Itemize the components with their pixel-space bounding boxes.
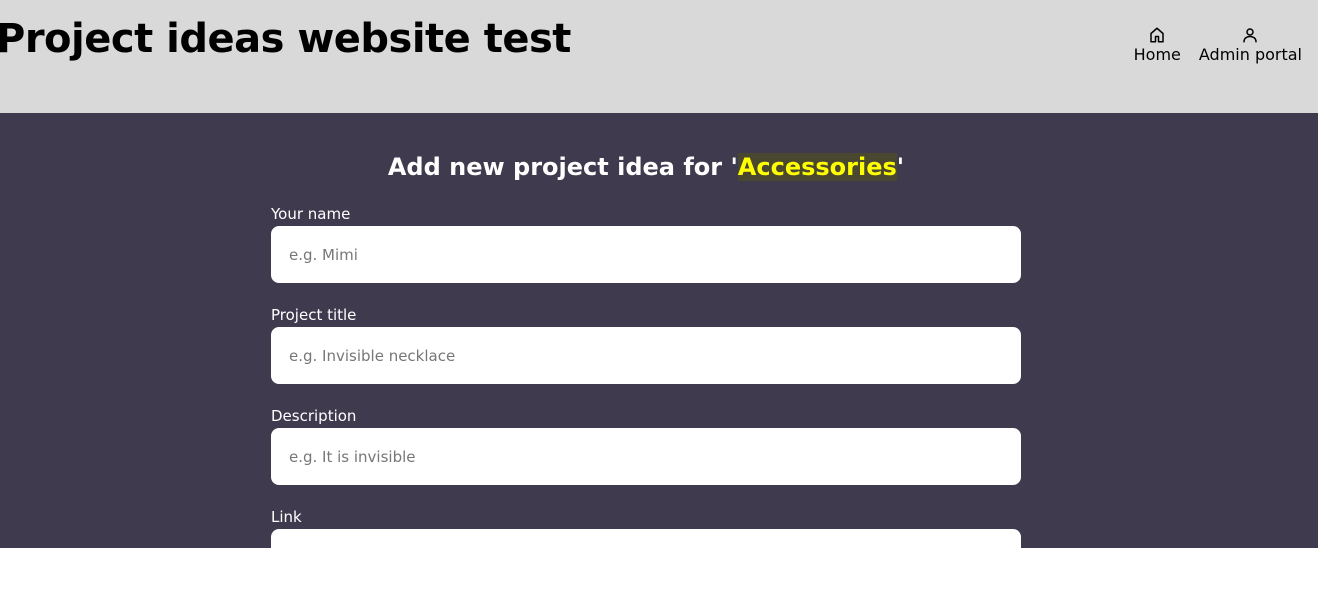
- nav-admin-portal[interactable]: Admin portal: [1199, 26, 1302, 64]
- category-name: Accessories: [737, 153, 897, 181]
- nav-home[interactable]: Home: [1134, 26, 1181, 64]
- nav-admin-portal-label: Admin portal: [1198, 45, 1302, 64]
- new-idea-form: Your name Project title Description Link: [271, 205, 1021, 609]
- home-icon: [1150, 27, 1164, 43]
- your-name-input[interactable]: [271, 226, 1021, 283]
- site-title: Project ideas website test: [0, 16, 571, 62]
- form-heading-suffix: ': [896, 153, 905, 181]
- description-label: Description: [271, 407, 357, 425]
- form-heading: Add new project idea for 'Accessories': [0, 153, 1292, 181]
- link-input[interactable]: [271, 529, 1021, 586]
- link-label: Link: [271, 508, 302, 526]
- user-icon: [1243, 28, 1258, 43]
- your-name-label: Your name: [271, 205, 351, 223]
- nav-home-label: Home: [1133, 45, 1181, 64]
- form-heading-prefix: Add new project idea for ': [387, 153, 738, 181]
- main-content: Add new project idea for 'Accessories' Y…: [0, 113, 1318, 586]
- site-header: Project ideas website test Home Admin po…: [0, 0, 1318, 113]
- top-nav: Home Admin portal: [1134, 26, 1302, 64]
- description-input[interactable]: [271, 428, 1021, 485]
- project-title-input[interactable]: [271, 327, 1021, 384]
- project-title-label: Project title: [271, 306, 357, 324]
